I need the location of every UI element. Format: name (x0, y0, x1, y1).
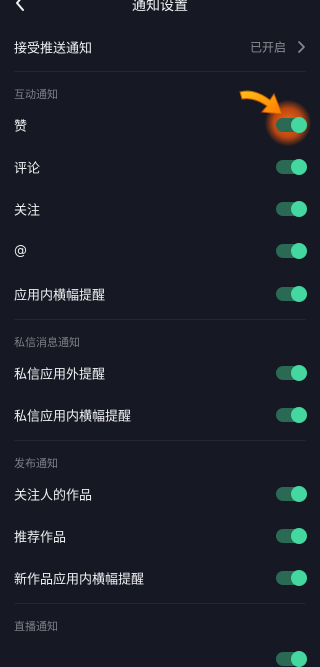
section-title-interaction: 互动通知 (14, 88, 58, 101)
mention-toggle[interactable] (276, 243, 307, 259)
divider (14, 319, 306, 320)
setting-label-dm-banner: 私信应用内横幅提醒 (14, 409, 132, 425)
setting-row-follow: 关注 (0, 191, 320, 227)
setting-row-in-app-banner: 应用内横幅提醒 (0, 276, 320, 312)
toggle-knob (291, 528, 307, 544)
followed-works-toggle[interactable] (276, 486, 307, 502)
divider (14, 603, 306, 604)
toggle-knob (291, 365, 307, 381)
push-notification-row[interactable]: 接受推送通知 已开启 (0, 29, 320, 65)
setting-label-new-works-banner: 新作品应用内横幅提醒 (14, 572, 145, 588)
toggle-knob (291, 651, 307, 667)
setting-label-follow: 关注 (14, 203, 41, 219)
setting-row-dm-outside: 私信应用外提醒 (0, 355, 320, 391)
page-title: 通知设置 (132, 0, 188, 14)
setting-row-mention: @ (0, 233, 320, 269)
setting-row-followed-works: 关注人的作品 (0, 476, 320, 512)
in-app-banner-toggle[interactable] (276, 286, 307, 302)
setting-label-like: 赞 (14, 119, 28, 135)
chevron-right-icon (298, 41, 305, 53)
setting-row-new-works-banner: 新作品应用内横幅提醒 (0, 560, 320, 596)
setting-row-dm-banner: 私信应用内横幅提醒 (0, 397, 320, 433)
toggle-knob (291, 201, 307, 217)
toggle-knob (291, 117, 307, 133)
live-toggle[interactable] (276, 651, 307, 667)
recommended-toggle[interactable] (276, 528, 307, 544)
new-works-banner-toggle[interactable] (276, 570, 307, 586)
follow-toggle[interactable] (276, 201, 307, 217)
setting-label-in-app-banner: 应用内横幅提醒 (14, 288, 106, 304)
setting-label-recommended: 推荐作品 (14, 530, 67, 546)
header: 通知设置 (0, 0, 320, 14)
push-status-value: 已开启 (249, 40, 286, 55)
toggle-knob (291, 286, 307, 302)
dm-outside-toggle[interactable] (276, 365, 307, 381)
pointer-arrow-icon (239, 90, 283, 115)
section-title-publish: 发布通知 (14, 457, 58, 470)
setting-label-mention: @ (14, 243, 27, 259)
dm-banner-toggle[interactable] (276, 407, 307, 423)
toggle-knob (291, 486, 307, 502)
setting-label-dm-outside: 私信应用外提醒 (14, 367, 106, 383)
push-notification-label: 接受推送通知 (14, 41, 93, 57)
section-title-live: 直播通知 (14, 620, 58, 633)
toggle-knob (291, 570, 307, 586)
toggle-knob (291, 243, 307, 259)
setting-label-followed-works: 关注人的作品 (14, 488, 93, 504)
comment-toggle[interactable] (276, 159, 307, 175)
toggle-knob (291, 159, 307, 175)
setting-row-comment: 评论 (0, 149, 320, 185)
setting-label-comment: 评论 (14, 161, 41, 177)
section-title-message: 私信消息通知 (14, 336, 80, 349)
setting-row-recommended: 推荐作品 (0, 518, 320, 554)
divider (14, 440, 306, 441)
divider (14, 71, 306, 72)
toggle-knob (291, 407, 307, 423)
